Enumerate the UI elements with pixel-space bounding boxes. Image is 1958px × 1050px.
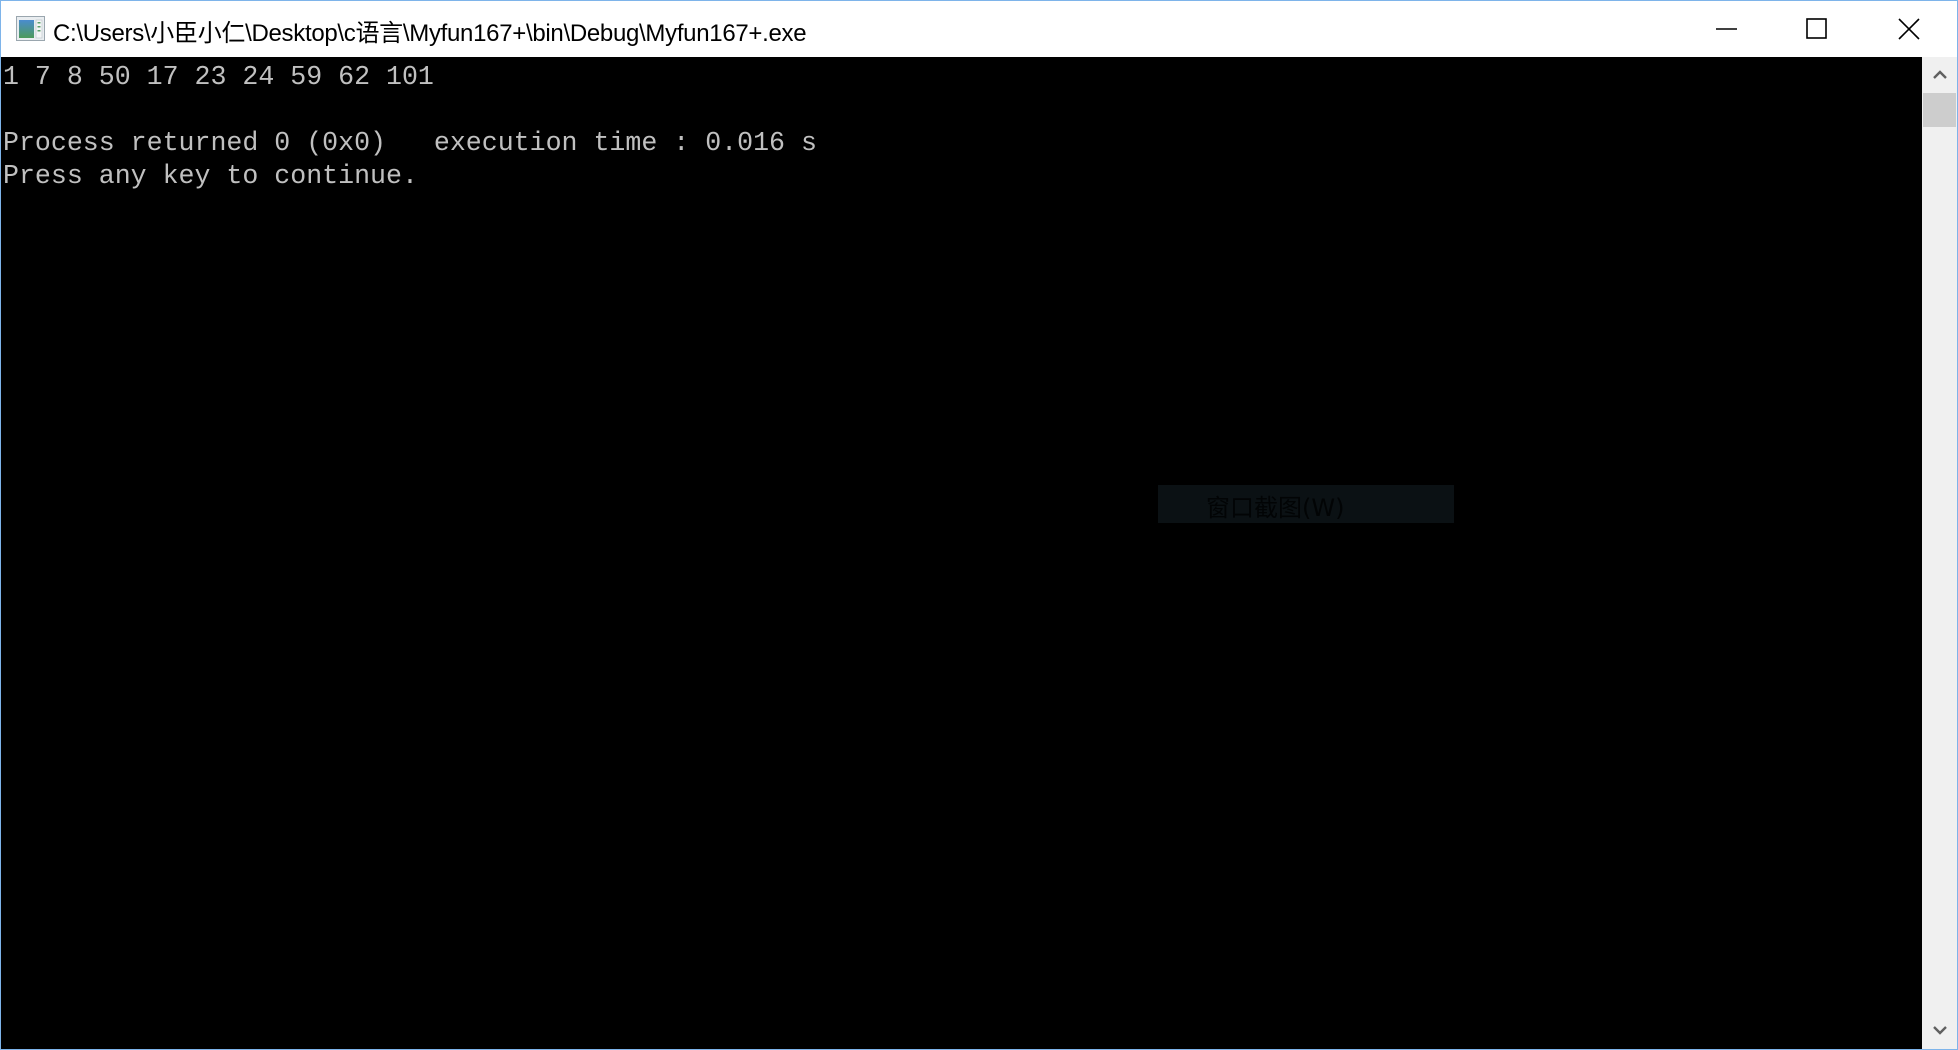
console-output-area[interactable]: 1 7 8 50 17 23 24 59 62 101 Process retu… [1, 57, 1922, 1049]
chevron-down-icon [1932, 1022, 1947, 1040]
console-app-icon[interactable] [16, 16, 45, 41]
scroll-down-button[interactable] [1922, 1013, 1957, 1049]
minimize-button[interactable] [1681, 1, 1773, 57]
minimize-icon [1716, 18, 1738, 40]
maximize-button[interactable] [1771, 1, 1863, 57]
console-line-process-returned: Process returned 0 (0x0) execution time … [3, 128, 817, 158]
console-line-output: 1 7 8 50 17 23 24 59 62 101 [3, 62, 434, 92]
window-title: C:\Users\小臣小仁\Desktop\c语言\Myfun167+\bin\… [53, 20, 807, 47]
window-screenshot-label: 窗口截图(W) [1206, 494, 1345, 522]
scroll-up-button[interactable] [1922, 57, 1957, 93]
console-window: C:\Users\小臣小仁\Desktop\c语言\Myfun167+\bin\… [0, 0, 1958, 1050]
console-line-press-any-key: Press any key to continue. [3, 161, 418, 191]
close-icon [1898, 18, 1920, 40]
vertical-scrollbar[interactable] [1922, 57, 1957, 1049]
scroll-thumb[interactable] [1923, 93, 1956, 127]
chevron-up-icon [1932, 66, 1947, 84]
window-screenshot-hint[interactable]: 窗口截图(W) [1158, 485, 1454, 523]
close-button[interactable] [1863, 1, 1955, 57]
maximize-icon [1806, 18, 1828, 40]
title-bar[interactable]: C:\Users\小臣小仁\Desktop\c语言\Myfun167+\bin\… [1, 1, 1957, 57]
